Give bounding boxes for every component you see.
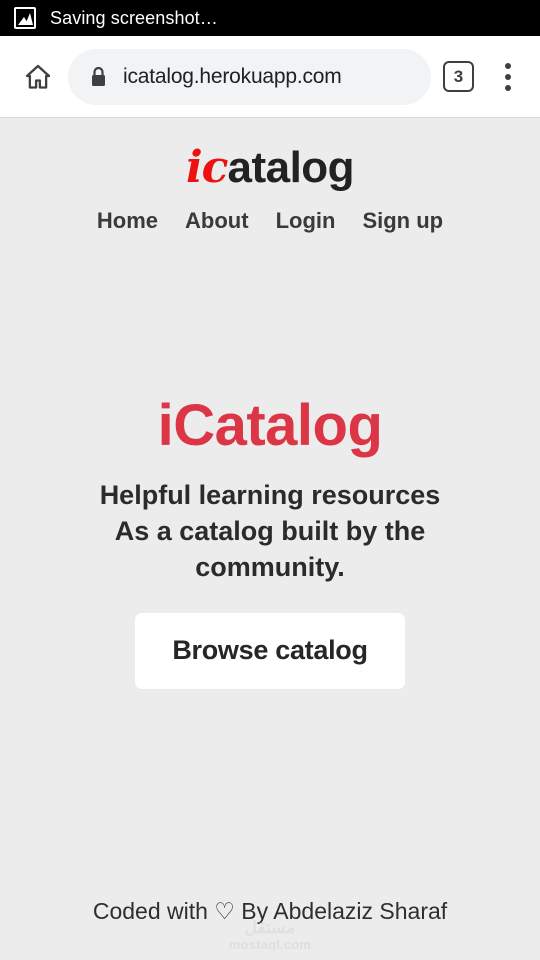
nav-item-signup[interactable]: Sign up xyxy=(362,208,443,234)
status-bar: Saving screenshot… xyxy=(0,0,540,36)
nav-item-home[interactable]: Home xyxy=(97,208,158,234)
footer-credit-text: Coded with ♡ By Abdelaziz Sharaf xyxy=(92,898,448,924)
screenshot-image-icon xyxy=(14,7,36,29)
main-navigation: Home About Login Sign up xyxy=(97,208,443,234)
url-bar[interactable]: icatalog.herokuapp.com xyxy=(68,48,431,105)
page-footer: Coded with ♡ By Abdelaziz Sharaf xyxy=(0,898,540,925)
browser-toolbar: icatalog.herokuapp.com 3 xyxy=(0,36,540,118)
web-page-viewport: icatalog Home About Login Sign up iCatal… xyxy=(0,118,540,960)
nav-item-about[interactable]: About xyxy=(185,208,249,234)
hero-section: iCatalog Helpful learning resources As a… xyxy=(0,397,540,689)
browse-catalog-button[interactable]: Browse catalog xyxy=(135,612,405,689)
watermark-latin-text: mostaql.com xyxy=(228,937,312,953)
overflow-menu-icon[interactable] xyxy=(490,55,526,99)
tab-count-label: 3 xyxy=(453,66,464,86)
tab-switcher-button[interactable]: 3 xyxy=(443,61,474,92)
phone-screen: Saving screenshot… icatalog.herokuapp.co… xyxy=(0,0,540,960)
home-icon xyxy=(25,64,51,89)
site-logo[interactable]: icatalog xyxy=(186,143,355,192)
page-title: iCatalog xyxy=(157,393,383,458)
site-logo-rest: atalog xyxy=(227,143,355,192)
site-logo-accent: ic xyxy=(185,142,229,193)
url-text: icatalog.herokuapp.com xyxy=(123,64,342,88)
home-button[interactable] xyxy=(16,55,60,99)
nav-item-login[interactable]: Login xyxy=(276,208,336,234)
hero-subtitle: Helpful learning resources As a catalog … xyxy=(99,480,441,582)
lock-icon xyxy=(88,65,109,89)
status-bar-text: Saving screenshot… xyxy=(50,7,218,28)
